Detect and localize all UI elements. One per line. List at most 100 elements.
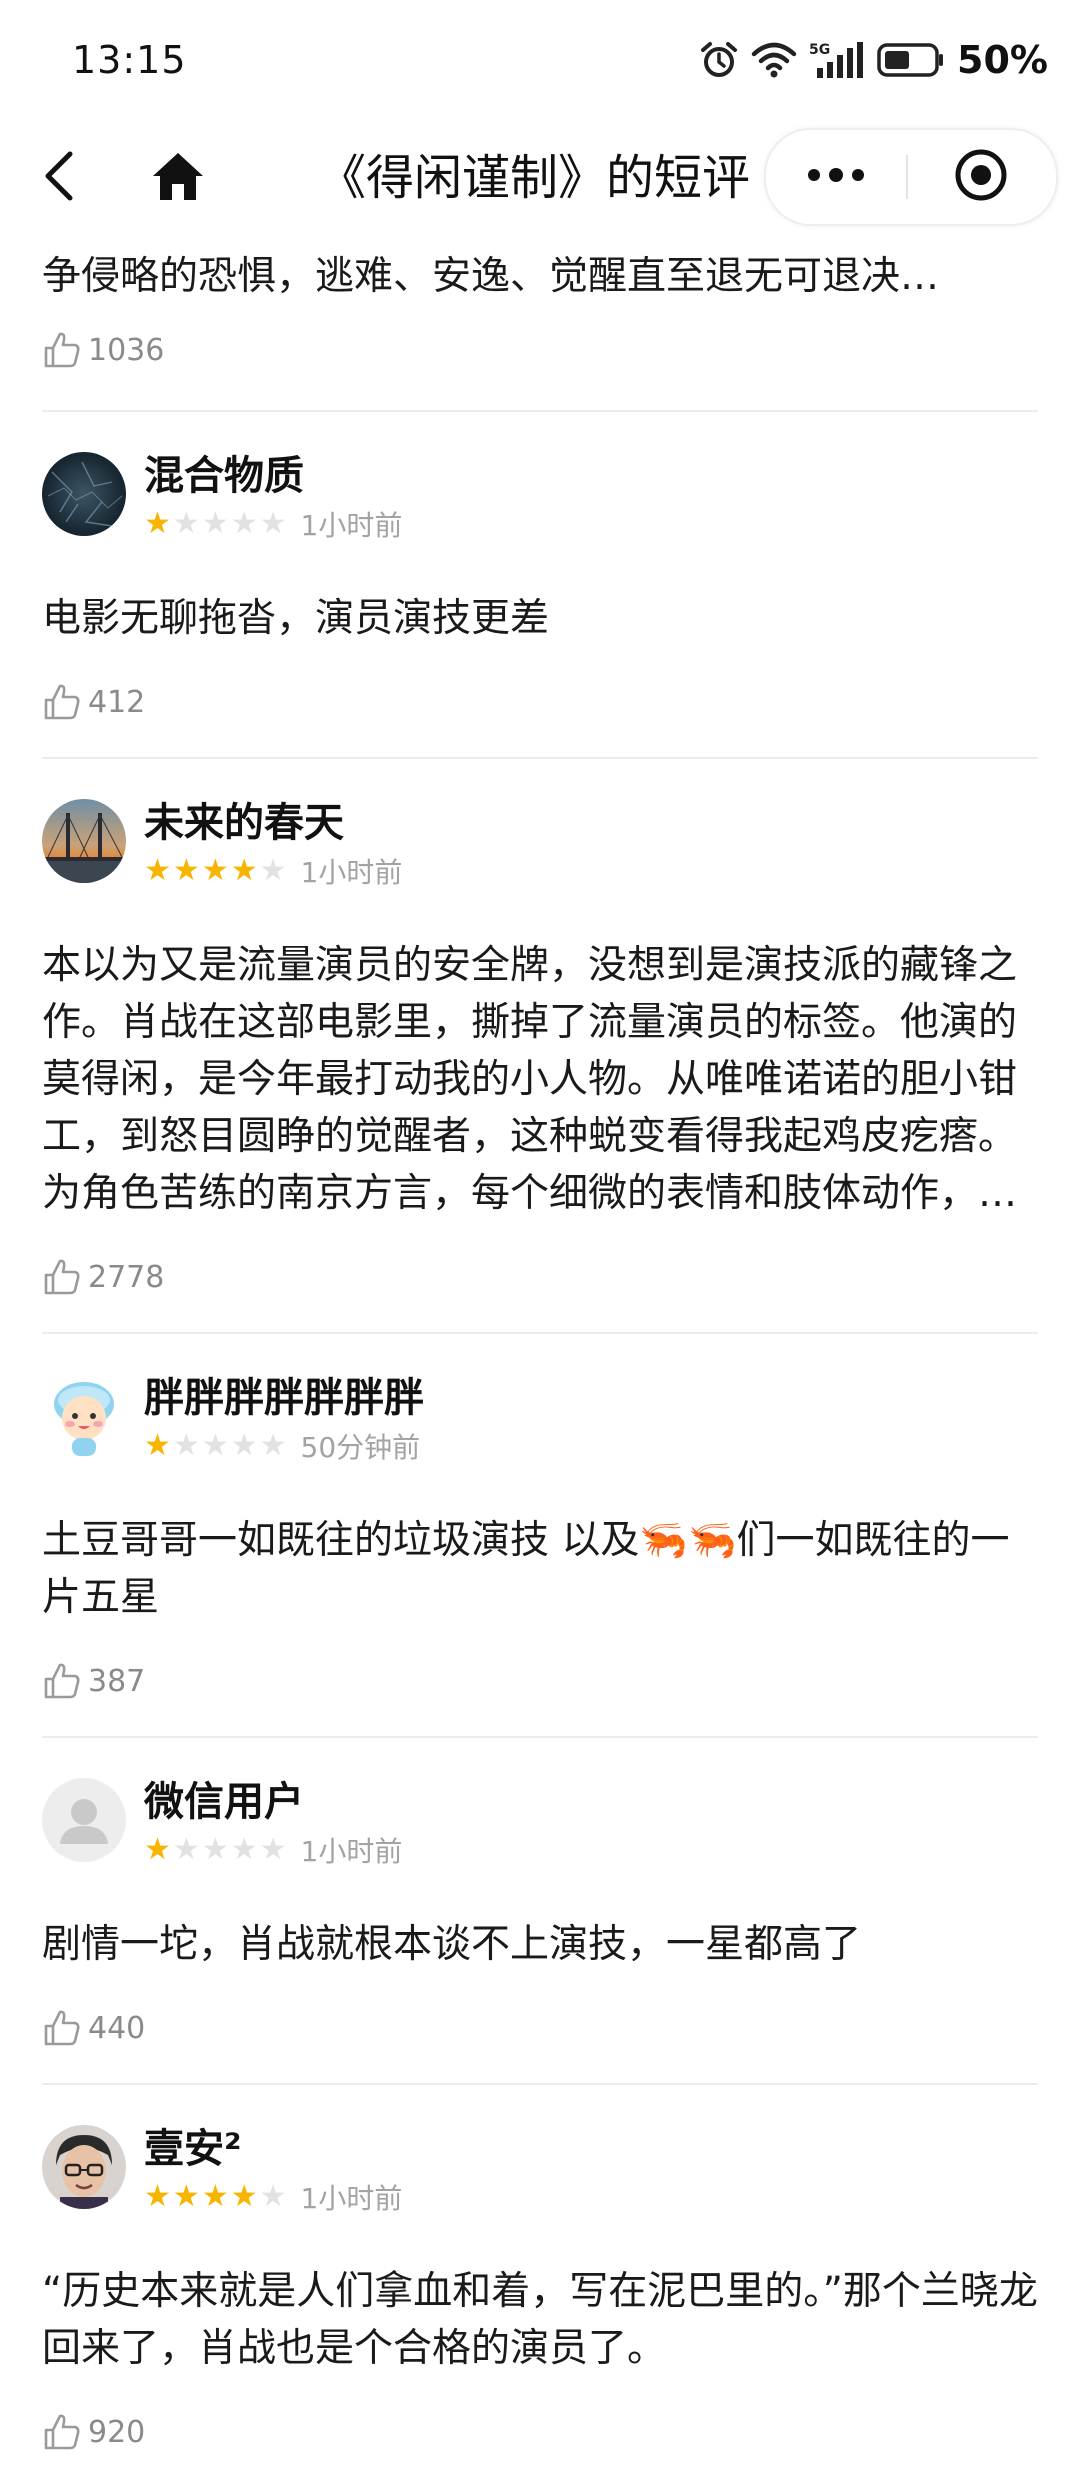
like-button[interactable]: 1036 (42, 305, 1038, 395)
bridge-sunset-avatar-image (42, 799, 126, 883)
username[interactable]: 混合物质 (144, 450, 304, 502)
like-button[interactable]: 412 (42, 647, 1038, 757)
avatar[interactable] (42, 452, 126, 536)
target-close-icon (953, 147, 1009, 207)
username[interactable]: 壹安² (144, 2123, 242, 2175)
avatar[interactable] (42, 1374, 126, 1458)
thumbs-up-icon (42, 1257, 82, 1297)
star-filled-icon: ★ (144, 1428, 171, 1463)
status-icons: 5G 50% (699, 36, 1048, 84)
star-filled-icon: ★ (144, 1832, 171, 1867)
rating-stars: ★ ★ ★ ★ ★ (144, 1430, 287, 1462)
star-empty-icon: ★ (172, 506, 200, 541)
review-header: 未来的春天 ★ ★ ★ ★ ★ 1小时前 (42, 759, 1038, 933)
rating-stars: ★ ★ ★ ★ ★ (144, 1834, 287, 1866)
star-empty-icon: ★ (230, 506, 258, 541)
review-header: 胖胖胖胖胖胖胖 ★ ★ ★ ★ ★ 50分钟前 (42, 1334, 1038, 1508)
like-count: 920 (88, 2414, 146, 2450)
thumbs-up-icon (42, 2008, 82, 2048)
review-item: 未来的春天 ★ ★ ★ ★ ★ 1小时前 本以为又是流量演员的安全牌，没想到是演技派的藏… (42, 759, 1038, 1334)
thumbs-up-icon (42, 682, 82, 722)
like-button[interactable]: 2778 (42, 1222, 1038, 1332)
star-empty-icon: ★ (259, 1428, 287, 1463)
mini-program-capsule (764, 128, 1058, 226)
star-empty-icon: ★ (259, 506, 287, 541)
thumbs-up-icon (42, 2412, 82, 2452)
like-button[interactable]: 920 (42, 2377, 1038, 2487)
review-time: 1小时前 (300, 509, 403, 542)
star-filled-icon: ★ (230, 2179, 258, 2214)
review-meta: ★ ★ ★ ★ ★ 1小时前 (144, 1834, 402, 1869)
like-count: 440 (88, 2010, 146, 2046)
rating-stars: ★ ★ ★ ★ ★ (144, 508, 287, 540)
avatar[interactable] (42, 2125, 126, 2209)
battery-icon (877, 42, 945, 78)
thumbs-up-icon (42, 1661, 82, 1701)
avatar[interactable] (42, 799, 126, 883)
like-count: 2778 (88, 1259, 165, 1295)
back-button[interactable] (28, 146, 92, 210)
navigation-bar: 《得闲谨制》的短评 (0, 124, 1080, 234)
avatar[interactable] (42, 1778, 126, 1862)
like-button[interactable]: 440 (42, 1973, 1038, 2083)
review-text: 电影无聊拖沓，演员演技更差 (42, 596, 550, 641)
man-glasses-avatar-image (42, 2125, 126, 2209)
status-bar: 13:15 5G 50% (0, 0, 1080, 124)
review-meta: ★ ★ ★ ★ ★ 50分钟前 (144, 1430, 420, 1465)
star-filled-icon: ★ (201, 853, 229, 888)
review-item: 混合物质 ★ ★ ★ ★ ★ 1小时前 电影无聊拖沓，演员演技更差 412 (42, 412, 1038, 759)
review-header: 壹安² ★ ★ ★ ★ ★ 1小时前 (42, 2085, 1038, 2259)
review-item: 胖胖胖胖胖胖胖 ★ ★ ★ ★ ★ 50分钟前 土豆哥哥一如既往的垃圾演技 以及🦐🦐们一… (42, 1334, 1038, 1738)
review-header: 微信用户 ★ ★ ★ ★ ★ 1小时前 (42, 1738, 1038, 1912)
star-empty-icon: ★ (230, 1428, 258, 1463)
star-empty-icon: ★ (259, 2179, 287, 2214)
star-empty-icon: ★ (201, 506, 229, 541)
star-filled-icon: ★ (201, 2179, 229, 2214)
home-icon (151, 150, 205, 206)
dark-texture-avatar-image (42, 452, 126, 536)
review-list: 争侵略的恐惧，逃难、安逸、觉醒直至退无可退决… 1036 混合物质 ★ ★ ★ … (0, 234, 1080, 2487)
rating-stars: ★ ★ ★ ★ ★ (144, 2181, 287, 2213)
review-time: 1小时前 (300, 1835, 403, 1868)
like-count: 387 (88, 1663, 146, 1699)
review-time: 1小时前 (300, 2182, 403, 2215)
star-filled-icon: ★ (172, 853, 200, 888)
review-text: 剧情一坨，肖战就根本谈不上演技，一星都高了 (42, 1922, 862, 1967)
review-text: 本以为又是流量演员的安全牌，没想到是演技派的藏锋之作。肖战在这部电影里，撕掉了流… (42, 943, 1018, 1216)
star-empty-icon: ★ (230, 1832, 258, 1867)
close-mini-program-button[interactable] (908, 130, 1054, 224)
star-filled-icon: ★ (144, 853, 171, 888)
star-filled-icon: ★ (144, 2179, 171, 2214)
review-item: 争侵略的恐惧，逃难、安逸、觉醒直至退无可退决… 1036 (42, 234, 1038, 412)
star-empty-icon: ★ (172, 1428, 200, 1463)
battery-percentage: 50% (957, 38, 1048, 82)
more-dots-icon (806, 167, 866, 187)
star-filled-icon: ★ (144, 506, 171, 541)
username[interactable]: 未来的春天 (144, 797, 344, 849)
star-filled-icon: ★ (172, 2179, 200, 2214)
rating-stars: ★ ★ ★ ★ ★ (144, 855, 287, 887)
status-time: 13:15 (72, 38, 187, 82)
page-title: 《得闲谨制》的短评 (318, 150, 751, 206)
like-button[interactable]: 387 (42, 1626, 1038, 1736)
review-meta: ★ ★ ★ ★ ★ 1小时前 (144, 508, 402, 543)
default-user-avatar-image (42, 1778, 126, 1862)
cartoon-kid-avatar-image (54, 1382, 114, 1456)
username[interactable]: 胖胖胖胖胖胖胖 (144, 1372, 424, 1424)
star-empty-icon: ★ (201, 1428, 229, 1463)
review-text: 争侵略的恐惧，逃难、安逸、觉醒直至退无可退决… (42, 254, 940, 299)
review-text: 土豆哥哥一如既往的垃圾演技 以及🦐🦐们一如既往的一片五星 (42, 1518, 1010, 1620)
review-meta: ★ ★ ★ ★ ★ 1小时前 (144, 855, 402, 890)
alarm-icon (699, 40, 739, 80)
star-filled-icon: ★ (230, 853, 258, 888)
review-time: 1小时前 (300, 856, 403, 889)
wifi-icon (751, 40, 797, 80)
home-button[interactable] (146, 146, 210, 210)
star-empty-icon: ★ (259, 853, 287, 888)
more-button[interactable] (766, 130, 906, 224)
review-item: 微信用户 ★ ★ ★ ★ ★ 1小时前 剧情一坨，肖战就根本谈不上演技，一星都高了 44… (42, 1738, 1038, 2085)
username[interactable]: 微信用户 (144, 1776, 304, 1828)
review-text: “历史本来就是人们拿血和着，写在泥巴里的。”那个兰晓龙回来了，肖战也是个合格的演… (42, 2269, 1038, 2371)
like-count: 1036 (88, 332, 165, 368)
review-item: 壹安² ★ ★ ★ ★ ★ 1小时前 “历史本来就是人们拿血和着，写在泥巴里的。”那个兰… (42, 2085, 1038, 2487)
